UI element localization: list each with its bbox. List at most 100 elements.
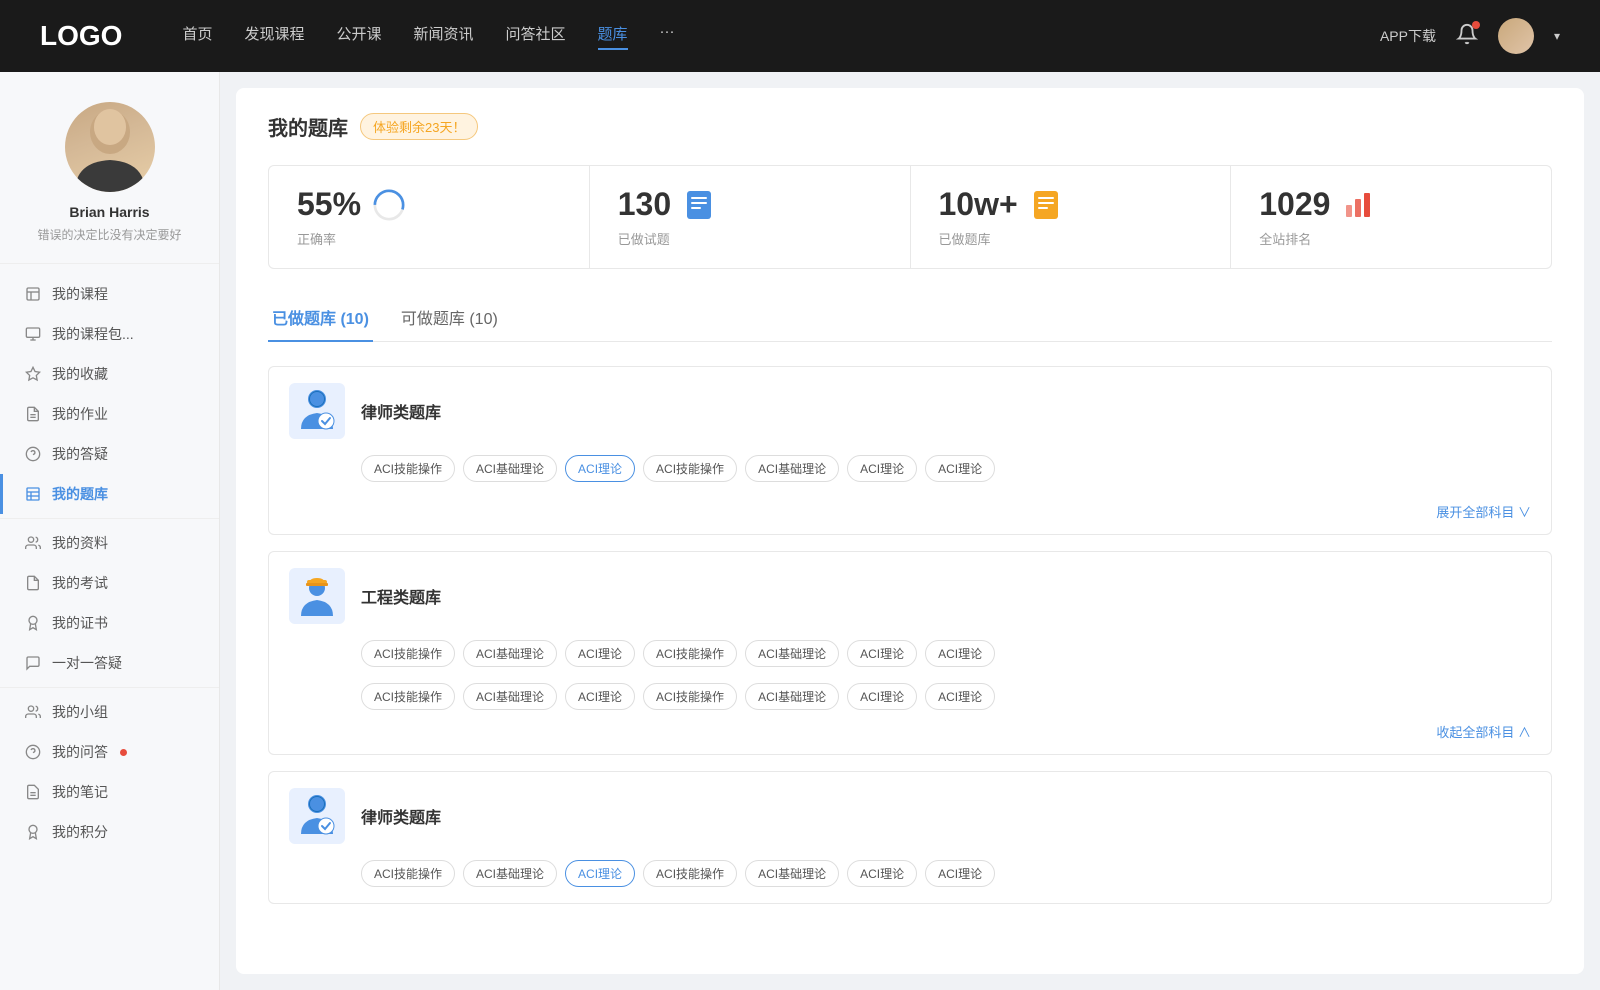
qb-tag-active[interactable]: ACI理论 — [565, 860, 635, 887]
tab-available-banks[interactable]: 可做题库 (10) — [397, 297, 502, 341]
sidebar-item-notes[interactable]: 我的笔记 — [0, 772, 219, 812]
tab-done-banks[interactable]: 已做题库 (10) — [268, 297, 373, 341]
qb-tag-active[interactable]: ACI理论 — [565, 455, 635, 482]
qb-tag[interactable]: ACI技能操作 — [643, 640, 737, 667]
qb-tags-engineer-row2: ACI技能操作 ACI基础理论 ACI理论 ACI技能操作 ACI基础理论 AC… — [269, 683, 1551, 718]
course-pkg-icon — [24, 325, 42, 343]
qb-tag[interactable]: ACI基础理论 — [463, 683, 557, 710]
qb-icon-engineer — [289, 568, 345, 624]
qb-tag[interactable]: ACI技能操作 — [643, 860, 737, 887]
qb-tag[interactable]: ACI技能操作 — [361, 640, 455, 667]
qa-notification-dot — [120, 749, 127, 756]
qb-tag[interactable]: ACI基础理论 — [463, 455, 557, 482]
stat-top: 1029 — [1259, 186, 1523, 223]
sidebar-label: 一对一答疑 — [52, 653, 122, 673]
stat-top: 130 — [618, 186, 882, 223]
qb-tag[interactable]: ACI理论 — [565, 640, 635, 667]
sidebar-label: 我的收藏 — [52, 364, 108, 384]
rank-value: 1029 — [1259, 186, 1330, 223]
qb-tag[interactable]: ACI基础理论 — [745, 640, 839, 667]
done-questions-label: 已做试题 — [618, 229, 882, 248]
stat-top: 55% — [297, 186, 561, 223]
notification-bell[interactable] — [1456, 23, 1478, 50]
sidebar-label: 我的考试 — [52, 573, 108, 593]
qb-tag[interactable]: ACI理论 — [925, 860, 995, 887]
qb-tag[interactable]: ACI技能操作 — [361, 683, 455, 710]
user-menu-chevron[interactable]: ▾ — [1554, 29, 1560, 43]
stat-top: 10w+ — [939, 186, 1203, 223]
qb-tag[interactable]: ACI理论 — [847, 640, 917, 667]
qb-tag[interactable]: ACI基础理论 — [463, 860, 557, 887]
qb-card-header: 工程类题库 — [269, 552, 1551, 640]
notes-icon — [24, 783, 42, 801]
qb-footer-lawyer1: 展开全部科目 ∨ — [269, 498, 1551, 534]
main-layout: Brian Harris 错误的决定比没有决定要好 我的课程 我的课程包... — [0, 72, 1600, 990]
qb-icon-lawyer2 — [289, 788, 345, 844]
qb-tag[interactable]: ACI理论 — [925, 683, 995, 710]
stat-done-banks: 10w+ 已做题库 — [911, 166, 1232, 268]
sidebar-item-one-on-one[interactable]: 一对一答疑 — [0, 643, 219, 683]
sidebar-item-points[interactable]: 我的积分 — [0, 812, 219, 852]
qb-tag[interactable]: ACI理论 — [925, 455, 995, 482]
qb-title-engineer: 工程类题库 — [361, 584, 441, 608]
qb-tag[interactable]: ACI基础理论 — [745, 455, 839, 482]
qb-tag[interactable]: ACI技能操作 — [643, 455, 737, 482]
qb-tag[interactable]: ACI基础理论 — [745, 683, 839, 710]
qb-tags-lawyer1: ACI技能操作 ACI基础理论 ACI理论 ACI技能操作 ACI基础理论 AC… — [269, 455, 1551, 498]
lawyer2-svg-icon — [297, 794, 337, 838]
qb-expand-engineer[interactable]: 收起全部科目 ∧ — [1436, 725, 1531, 740]
sidebar-avatar-image — [65, 102, 155, 192]
qb-card-lawyer2: 律师类题库 ACI技能操作 ACI基础理论 ACI理论 ACI技能操作 ACI基… — [268, 771, 1552, 904]
accuracy-value: 55% — [297, 186, 361, 223]
stats-row: 55% 正确率 130 — [268, 165, 1552, 269]
qb-tag[interactable]: ACI基础理论 — [745, 860, 839, 887]
sidebar-item-courses[interactable]: 我的课程 — [0, 274, 219, 314]
main-content: 我的题库 体验剩余23天！ 55% 正确率 130 — [236, 88, 1584, 974]
qb-tag[interactable]: ACI技能操作 — [361, 455, 455, 482]
sidebar-item-group[interactable]: 我的小组 — [0, 692, 219, 732]
qb-card-header: 律师类题库 — [269, 367, 1551, 455]
qb-tag[interactable]: ACI理论 — [925, 640, 995, 667]
nav-news[interactable]: 新闻资讯 — [414, 23, 474, 50]
sidebar-item-homework[interactable]: 我的作业 — [0, 394, 219, 434]
qb-expand-lawyer1[interactable]: 展开全部科目 ∨ — [1436, 505, 1531, 520]
sidebar-user-motto: 错误的决定比没有决定要好 — [20, 226, 199, 243]
qb-tags-lawyer2: ACI技能操作 ACI基础理论 ACI理论 ACI技能操作 ACI基础理论 AC… — [269, 860, 1551, 903]
sidebar-item-profile[interactable]: 我的资料 — [0, 523, 219, 563]
nav-opencourse[interactable]: 公开课 — [336, 23, 381, 50]
qb-tag[interactable]: ACI理论 — [847, 860, 917, 887]
qb-card-header: 律师类题库 — [269, 772, 1551, 860]
sidebar-label: 我的作业 — [52, 404, 108, 424]
nav-more[interactable]: ··· — [660, 23, 675, 50]
sidebar-user-name: Brian Harris — [20, 204, 199, 220]
sidebar-item-cert[interactable]: 我的证书 — [0, 603, 219, 643]
nav-discover[interactable]: 发现课程 — [244, 23, 304, 50]
sidebar-item-course-pkg[interactable]: 我的课程包... — [0, 314, 219, 354]
sidebar-item-exam[interactable]: 我的考试 — [0, 563, 219, 603]
qb-title-lawyer1: 律师类题库 — [361, 399, 441, 423]
sidebar-item-qa[interactable]: 我的答疑 — [0, 434, 219, 474]
sidebar: Brian Harris 错误的决定比没有决定要好 我的课程 我的课程包... — [0, 72, 220, 990]
one-on-one-icon — [24, 654, 42, 672]
accuracy-label: 正确率 — [297, 229, 561, 248]
sidebar-label: 我的题库 — [52, 484, 108, 504]
qb-tag[interactable]: ACI基础理论 — [463, 640, 557, 667]
sidebar-item-favorites[interactable]: 我的收藏 — [0, 354, 219, 394]
stat-done-questions: 130 已做试题 — [590, 166, 911, 268]
sidebar-item-questionbank[interactable]: 我的题库 — [0, 474, 219, 514]
qb-tag[interactable]: ACI理论 — [565, 683, 635, 710]
nav-home[interactable]: 首页 — [182, 23, 212, 50]
user-avatar[interactable] — [1498, 18, 1534, 54]
qb-tags-engineer-row1: ACI技能操作 ACI基础理论 ACI理论 ACI技能操作 ACI基础理论 AC… — [269, 640, 1551, 683]
qb-tag[interactable]: ACI理论 — [847, 455, 917, 482]
notification-dot — [1472, 21, 1480, 29]
qb-tag[interactable]: ACI理论 — [847, 683, 917, 710]
nav-questionbank[interactable]: 题库 — [598, 23, 628, 50]
doc-blue-icon — [683, 189, 715, 221]
qb-tag[interactable]: ACI技能操作 — [361, 860, 455, 887]
nav-qa[interactable]: 问答社区 — [506, 23, 566, 50]
qb-tag[interactable]: ACI技能操作 — [643, 683, 737, 710]
app-download[interactable]: APP下载 — [1380, 26, 1436, 46]
sidebar-item-my-qa[interactable]: 我的问答 — [0, 732, 219, 772]
chart-red-icon — [1342, 189, 1374, 221]
